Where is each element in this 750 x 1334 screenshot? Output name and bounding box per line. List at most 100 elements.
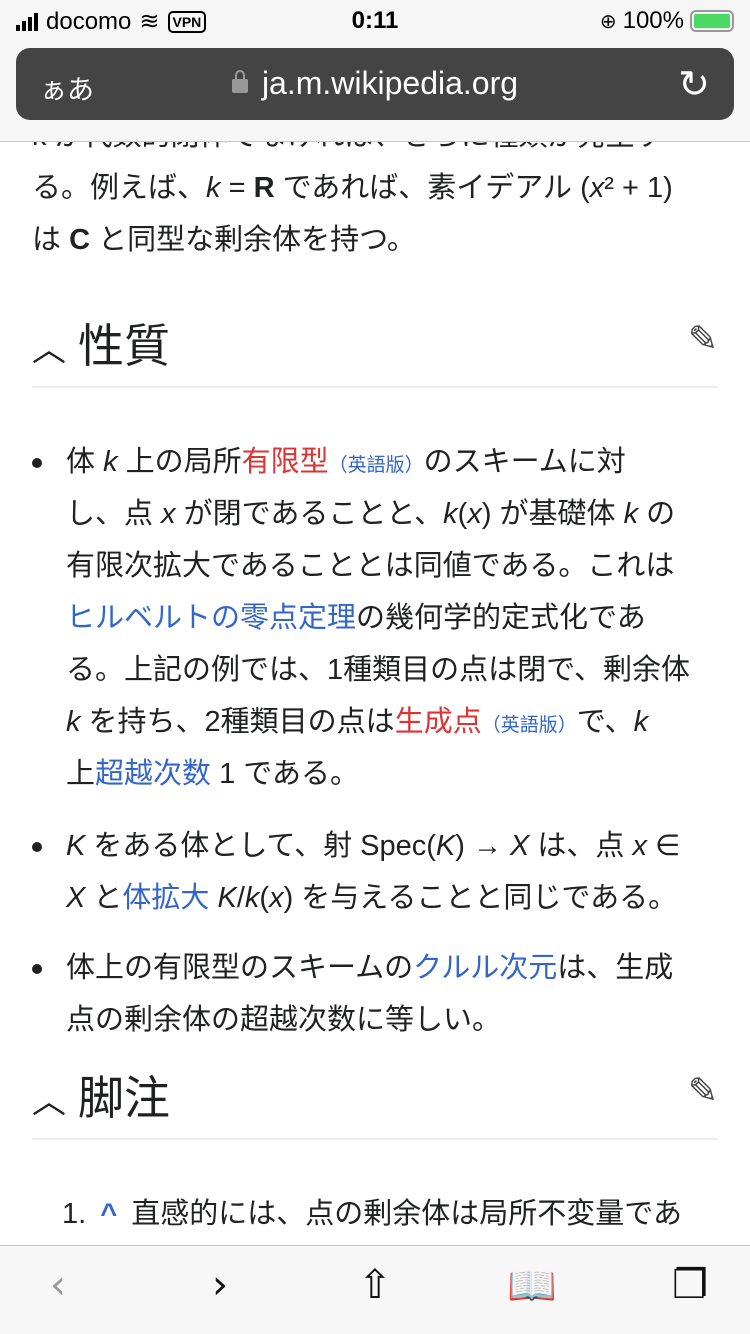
text-line: 上超越次数 1 である。 [66, 748, 690, 800]
battery-charging-icon [690, 10, 734, 32]
text-segment: の幾何学的定式化であ [356, 602, 646, 634]
back-icon[interactable]: ‹ [28, 1262, 88, 1308]
math-variable: x [467, 498, 482, 530]
text-segment: は、生成 [557, 952, 674, 984]
text-segment: 上の局所 [117, 446, 242, 478]
text-segment: ( [457, 498, 468, 530]
text-segment: は [32, 224, 70, 256]
bullet-icon [32, 458, 42, 468]
article-link[interactable]: 有限型 [242, 446, 329, 478]
text-segment: 上 [66, 758, 96, 790]
text-segment: と [85, 882, 123, 914]
text-segment: が閉であることと、 [175, 498, 444, 530]
footnote-number: 1. [62, 1198, 87, 1230]
list-item: 体上の有限型のスキームのクルル次元は、生成点の剰余体の超越次数に等しい。 [32, 942, 673, 1046]
math-variable: k [206, 172, 221, 204]
section-heading-properties[interactable]: ︿ 性質 ✎ [32, 308, 718, 388]
text-segment: 有限次拡大であることとは同値である。これは [66, 550, 675, 582]
text-line: 体上の有限型のスキームのクルル次元は、生成 [66, 942, 673, 994]
text-segment: る。上記の例では、1種類目の点は閉で、剰余体 [66, 654, 690, 686]
text-segment: をある体として、射 Spec( [85, 830, 436, 862]
article-link[interactable]: （英語版） [329, 455, 424, 476]
text-segment: は、点 [529, 830, 633, 862]
footnote-item: 1. ^ 直感的には、点の剰余体は局所不変量であ [62, 1188, 682, 1240]
bookmarks-icon[interactable]: 📖 [502, 1262, 562, 1309]
text-segment: = [220, 172, 254, 204]
math-variable: k [623, 498, 639, 530]
math-variable: x [589, 172, 605, 204]
list-item: K をある体として、射 Spec(K) → X は、点 x ∈ X と体拡大 K/… [32, 820, 680, 924]
text-segment: ² [604, 172, 614, 204]
collapse-chevron-icon[interactable]: ︿ [32, 322, 66, 371]
text-segment: C [69, 224, 91, 256]
section-heading-footnotes[interactable]: ︿ 脚注 ✎ [32, 1060, 718, 1140]
text-line: ヒルベルトの零点定理の幾何学的定式化であ [66, 592, 690, 644]
article-link[interactable]: クルル次元 [413, 952, 557, 984]
reload-icon[interactable]: ↻ [678, 62, 710, 106]
text-segment: し、点 [66, 498, 162, 530]
text-segment: と同型な剰余体を持つ。 [90, 224, 416, 256]
text-segment: / [236, 882, 245, 914]
tabs-icon[interactable]: ❐ [660, 1262, 720, 1308]
edit-pencil-icon[interactable]: ✎ [688, 1070, 718, 1112]
battery-percent: 100% [622, 7, 684, 34]
section-title: 性質 [78, 319, 170, 373]
browser-toolbar: ‹ › ⇧ 📖 ❐ [0, 1245, 750, 1334]
text-line: る。上記の例では、1種類目の点は閉で、剰余体 [66, 644, 690, 696]
text-line: k を持ち、2種類目の点は生成点（英語版）で、k [66, 696, 690, 748]
math-variable: K [435, 830, 456, 862]
text-line: X と体拡大 K/k(x) を与えることと同じである。 [66, 872, 680, 924]
text-segment: 点の剰余体の超越次数に等しい。 [66, 1004, 502, 1036]
text-segment: + 1) [613, 172, 673, 204]
article-link[interactable]: ヒルベルトの零点定理 [66, 602, 356, 634]
math-variable: x [632, 830, 648, 862]
math-variable: K [66, 830, 86, 862]
forward-icon[interactable]: › [190, 1262, 250, 1308]
text-segment: る。例えば、 [32, 172, 207, 204]
footnote-backlink[interactable]: ^ [100, 1198, 117, 1230]
article-link[interactable]: 体拡大 [122, 882, 209, 914]
article-link[interactable]: 生成点 [395, 706, 482, 738]
text-segment: の [638, 498, 676, 530]
text-segment: 1 である。 [211, 758, 359, 790]
math-variable: k [443, 498, 458, 530]
browser-header: docomo ≋ VPN 0:11 ⊕ 100% ぁあ ja.m.wikiped… [0, 0, 750, 142]
collapse-chevron-icon[interactable]: ︿ [32, 1074, 66, 1123]
bullet-icon [32, 964, 42, 974]
text-segment: を持ち、2種類目の点は [80, 706, 395, 738]
text-segment: ) が基礎体 [481, 498, 624, 530]
text-line: 点の剰余体の超越次数に等しい。 [66, 994, 673, 1046]
footnote-text: 直感的には、点の剰余体は局所不変量であ [131, 1198, 682, 1230]
url-text[interactable]: ja.m.wikipedia.org [262, 65, 518, 101]
bullet-icon [32, 842, 42, 852]
math-variable: k [66, 706, 81, 738]
text-segment: R [253, 172, 275, 204]
text-segment: ) を与えることと同じである。 [283, 882, 678, 914]
text-line: る。例えば、k = R であれば、素イデアル (x² + 1) [32, 162, 673, 214]
math-variable: k [103, 446, 118, 478]
list-item: 体 k 上の局所有限型（英語版）のスキームに対 し、点 x が閉であることと、k(… [32, 436, 690, 800]
text-segment: であれば、素イデアル ( [274, 172, 590, 204]
math-variable: X [510, 830, 530, 862]
text-segment: のスキームに対 [423, 446, 626, 478]
share-icon[interactable]: ⇧ [345, 1262, 405, 1308]
edit-pencil-icon[interactable]: ✎ [688, 318, 718, 360]
text-line: 体 k 上の局所有限型（英語版）のスキームに対 [66, 436, 690, 488]
lock-icon [231, 69, 248, 93]
status-bar: docomo ≋ VPN 0:11 ⊕ 100% [0, 0, 750, 42]
math-variable: k [633, 706, 649, 738]
article-link[interactable]: 超越次数 [95, 758, 211, 790]
article-link[interactable]: （英語版） [482, 715, 577, 736]
math-variable: k [244, 882, 260, 914]
text-line: K をある体として、射 Spec(K) → X は、点 x ∈ [66, 820, 680, 872]
text-line: し、点 x が閉であることと、k(x) が基礎体 k の [66, 488, 690, 540]
section-title: 脚注 [78, 1071, 170, 1125]
math-variable: K [217, 882, 237, 914]
text-segment: 体 [66, 446, 104, 478]
math-variable: X [66, 882, 86, 914]
text-segment: ( [259, 882, 270, 914]
address-bar[interactable]: ぁあ ja.m.wikipedia.org ↻ [16, 48, 734, 120]
text-segment: で、 [576, 706, 634, 738]
math-variable: x [269, 882, 284, 914]
text-segment: ∈ [647, 830, 681, 862]
